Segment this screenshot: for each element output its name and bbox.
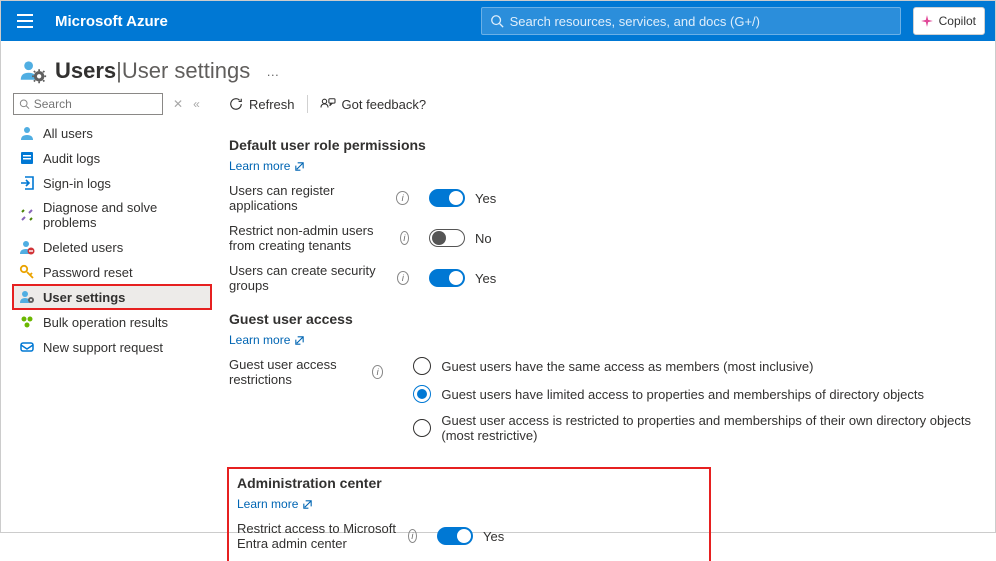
- toggle-register-apps[interactable]: [429, 189, 465, 207]
- setting-label-text: Users can create security groups: [229, 263, 391, 293]
- radio-guest-option-1[interactable]: Guest users have limited access to prope…: [413, 385, 977, 403]
- setting-label-text: Guest user access restrictions: [229, 357, 366, 387]
- sidebar-item-label: Deleted users: [43, 240, 123, 255]
- learn-more-link-admin[interactable]: Learn more: [237, 497, 313, 511]
- radio-icon: [413, 385, 431, 403]
- global-search-input[interactable]: [510, 14, 892, 29]
- toggle-value: Yes: [483, 529, 504, 544]
- setting-restrict-tenants: Restrict non-admin users from creating t…: [229, 223, 977, 253]
- toggle-value: Yes: [475, 271, 496, 286]
- radio-guest-option-2[interactable]: Guest user access is restricted to prope…: [413, 413, 977, 443]
- sidebar-item-support-request[interactable]: New support request: [13, 335, 211, 359]
- hamburger-menu-icon[interactable]: [11, 7, 39, 35]
- blade-more-button[interactable]: …: [266, 64, 281, 79]
- setting-label-text: Users can register applications: [229, 183, 390, 213]
- copilot-label: Copilot: [939, 14, 976, 28]
- copilot-icon: [920, 14, 934, 28]
- external-link-icon: [294, 335, 305, 346]
- info-icon[interactable]: i: [408, 529, 417, 543]
- sidebar-item-label: Bulk operation results: [43, 315, 168, 330]
- sidebar-item-bulk-operations[interactable]: Bulk operation results: [13, 310, 211, 334]
- sidebar-search[interactable]: [13, 93, 163, 115]
- audit-icon: [19, 150, 35, 166]
- learn-more-link-perms[interactable]: Learn more: [229, 159, 305, 173]
- sidebar-item-label: Diagnose and solve problems: [43, 200, 205, 230]
- collapse-chevron-icon[interactable]: «: [193, 97, 200, 111]
- toolbar-separator: [307, 95, 308, 113]
- search-icon: [19, 98, 30, 110]
- sidebar-item-audit-logs[interactable]: Audit logs: [13, 146, 211, 170]
- brand-label[interactable]: Microsoft Azure: [55, 13, 168, 30]
- refresh-icon: [229, 97, 243, 111]
- toggle-create-groups[interactable]: [429, 269, 465, 287]
- setting-label-text: Restrict access to Microsoft Entra admin…: [237, 521, 402, 551]
- diagnose-icon: [19, 207, 35, 223]
- sidebar-search-input[interactable]: [34, 97, 157, 111]
- feedback-icon: [320, 97, 336, 111]
- toggle-restrict-tenants[interactable]: [429, 229, 465, 247]
- sidebar-item-user-settings[interactable]: User settings: [13, 285, 211, 309]
- azure-topbar: Microsoft Azure Copilot: [1, 1, 995, 41]
- info-icon[interactable]: i: [400, 231, 409, 245]
- user-icon: [19, 125, 35, 141]
- feedback-label: Got feedback?: [342, 97, 427, 112]
- toggle-value: No: [475, 231, 492, 246]
- sidebar-item-label: Audit logs: [43, 151, 100, 166]
- radio-icon: [413, 357, 431, 375]
- sidebar-item-all-users[interactable]: All users: [13, 121, 211, 145]
- radio-guest-option-0[interactable]: Guest users have the same access as memb…: [413, 357, 977, 375]
- refresh-label: Refresh: [249, 97, 295, 112]
- setting-guest-restrictions: Guest user access restrictions i Guest u…: [229, 357, 977, 453]
- signin-icon: [19, 175, 35, 191]
- feedback-button[interactable]: Got feedback?: [320, 97, 427, 112]
- radio-label: Guest user access is restricted to prope…: [441, 413, 977, 443]
- key-icon: [19, 264, 35, 280]
- support-icon: [19, 339, 35, 355]
- radio-label: Guest users have the same access as memb…: [441, 359, 813, 374]
- sidebar-item-diagnose[interactable]: Diagnose and solve problems: [13, 196, 211, 234]
- sidebar-item-label: Sign-in logs: [43, 176, 111, 191]
- info-icon[interactable]: i: [372, 365, 383, 379]
- section-title-default-perms: Default user role permissions: [229, 137, 977, 153]
- refresh-button[interactable]: Refresh: [229, 97, 295, 112]
- users-gear-icon: [19, 57, 47, 85]
- sidebar-item-signin-logs[interactable]: Sign-in logs: [13, 171, 211, 195]
- learn-more-link-guest[interactable]: Learn more: [229, 333, 305, 347]
- sidebar-item-password-reset[interactable]: Password reset: [13, 260, 211, 284]
- sidebar-item-label: New support request: [43, 340, 163, 355]
- bulk-icon: [19, 314, 35, 330]
- admin-center-box-highlighted: Administration center Learn more Restric…: [229, 469, 709, 561]
- global-search[interactable]: [481, 7, 901, 35]
- sidebar-item-deleted-users[interactable]: Deleted users: [13, 235, 211, 259]
- setting-restrict-admin-center: Restrict access to Microsoft Entra admin…: [237, 521, 701, 551]
- content-toolbar: Refresh Got feedback?: [229, 93, 977, 125]
- external-link-icon: [302, 499, 313, 510]
- blade-title-secondary: User settings: [122, 58, 250, 84]
- pin-icon[interactable]: ✕: [173, 97, 183, 111]
- section-title-guest: Guest user access: [229, 311, 977, 327]
- blade-title-primary: Users: [55, 58, 116, 84]
- radio-icon: [413, 419, 431, 437]
- toggle-value: Yes: [475, 191, 496, 206]
- blade-header: Users | User settings …: [1, 41, 995, 93]
- search-icon: [490, 14, 504, 28]
- user-settings-icon: [19, 289, 35, 305]
- toggle-restrict-admin-center[interactable]: [437, 527, 473, 545]
- external-link-icon: [294, 161, 305, 172]
- setting-register-apps: Users can register applications i Yes: [229, 183, 977, 213]
- deleted-user-icon: [19, 239, 35, 255]
- setting-create-groups: Users can create security groups i Yes: [229, 263, 977, 293]
- sidebar: ✕ « All users Audit logs Sign-in logs Di…: [1, 93, 211, 561]
- main-content: Refresh Got feedback? Default user role …: [211, 93, 995, 561]
- radio-label: Guest users have limited access to prope…: [441, 387, 924, 402]
- setting-label-text: Restrict non-admin users from creating t…: [229, 223, 394, 253]
- info-icon[interactable]: i: [397, 271, 409, 285]
- info-icon[interactable]: i: [396, 191, 409, 205]
- sidebar-item-label: Password reset: [43, 265, 133, 280]
- copilot-button[interactable]: Copilot: [913, 7, 985, 35]
- sidebar-item-label: All users: [43, 126, 93, 141]
- sidebar-item-label: User settings: [43, 290, 125, 305]
- section-title-admin: Administration center: [237, 475, 701, 491]
